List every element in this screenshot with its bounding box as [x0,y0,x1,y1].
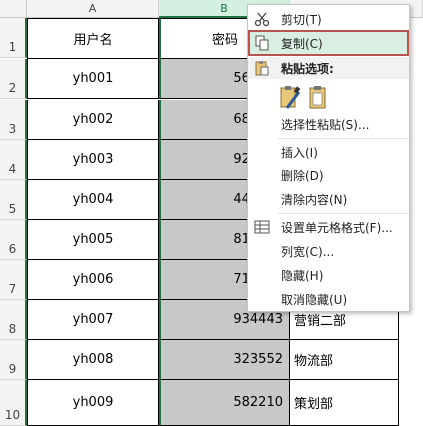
menu-item-column-width[interactable]: 列宽(C)... [248,240,409,262]
menu-item-cut[interactable]: 剪切(T) [248,8,409,30]
cell-username[interactable]: yh009 [27,380,159,426]
menu-item-insert[interactable]: 插入(I) [248,141,409,163]
menu-item-paste-special[interactable]: 选择性粘贴(S)... [248,113,409,135]
cell-username[interactable]: yh002 [27,100,159,140]
header-cell-username[interactable]: 用户名 [27,18,159,59]
menu-label-paste-options: 粘贴选项: [281,61,334,76]
row-header[interactable]: 9 [0,340,27,380]
row-header[interactable]: 3 [0,100,27,140]
cell-department[interactable]: 策划部 [290,380,399,426]
menu-item-hide[interactable]: 隐藏(H) [248,264,409,286]
menu-item-copy[interactable]: 复制(C) [248,30,409,56]
context-menu: 剪切(T) 复制(C) 粘贴选项: 选择性粘贴(S)... 插入(I) 删除(D… [247,4,410,312]
menu-header-paste-options: 粘贴选项: [248,57,409,79]
cell-username[interactable]: yh007 [27,300,159,340]
paste-options-row [248,81,409,113]
paste-brush-icon[interactable] [279,84,301,110]
menu-label-clear-contents: 清除内容(N) [281,192,348,207]
row-header[interactable]: 6 [0,220,27,260]
menu-item-unhide[interactable]: 取消隐藏(U) [248,288,409,310]
cell-username[interactable]: yh006 [27,260,159,300]
row-header[interactable]: 1 [0,18,27,58]
cell-username[interactable]: yh004 [27,180,159,220]
cell-password[interactable]: 323552 [159,340,290,380]
menu-label-delete: 删除(D) [281,168,324,183]
cell-username[interactable]: yh003 [27,140,159,180]
menu-item-delete[interactable]: 删除(D) [248,164,409,186]
scissors-icon [254,12,270,27]
cell-username[interactable]: yh005 [27,220,159,260]
row-header[interactable]: 8 [0,300,27,340]
row-header[interactable]: 7 [0,260,27,300]
menu-label-hide: 隐藏(H) [281,268,324,283]
menu-label-copy: 复制(C) [281,36,323,51]
cell-username[interactable]: yh001 [27,59,159,99]
cell-password[interactable]: 582210 [159,380,290,426]
select-all-corner[interactable] [0,0,27,18]
menu-label-insert: 插入(I) [281,145,318,160]
row-header[interactable]: 10 [0,380,27,426]
menu-label-paste-special: 选择性粘贴(S)... [281,117,370,132]
menu-label-unhide: 取消隐藏(U) [281,292,348,307]
row-header[interactable]: 5 [0,180,27,220]
menu-item-format-cells[interactable]: 设置单元格格式(F)... [248,216,409,238]
row-header[interactable]: 2 [0,59,27,99]
menu-label-column-width: 列宽(C)... [281,244,335,259]
menu-separator [278,213,409,214]
menu-item-clear-contents[interactable]: 清除内容(N) [248,188,409,210]
menu-label-format-cells: 设置单元格格式(F)... [281,220,393,235]
cell-username[interactable]: yh008 [27,340,159,380]
menu-label-cut: 剪切(T) [281,12,322,27]
row-header[interactable]: 4 [0,140,27,180]
clipboard-icon [255,61,269,76]
menu-separator [278,138,409,139]
paste-clipboard-icon[interactable] [307,84,329,110]
column-header-a[interactable]: A [27,0,159,18]
copy-icon [255,35,269,51]
cell-department[interactable]: 物流部 [290,340,399,380]
format-cells-icon [254,220,270,234]
